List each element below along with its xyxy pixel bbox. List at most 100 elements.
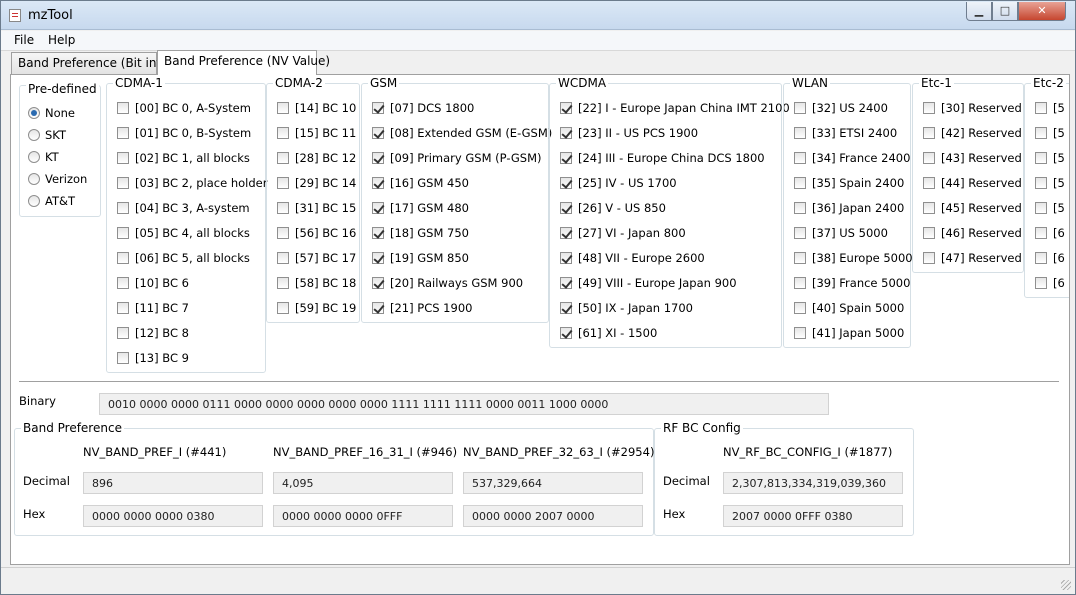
gsm-band-checkbox[interactable]: [08] Extended GSM (E-GSM) <box>372 126 552 142</box>
gsm-band-checkbox[interactable]: [16] GSM 450 <box>372 176 469 192</box>
menu-help[interactable]: Help <box>48 33 75 47</box>
wcdma-band-checkbox[interactable]: [23] II - US PCS 1900 <box>560 126 698 142</box>
checked-box-icon[interactable] <box>560 277 572 289</box>
etc2-band-checkbox[interactable]: [5 <box>1035 126 1065 142</box>
checked-box-icon[interactable] <box>372 127 384 139</box>
cdma2-band-checkbox[interactable]: [14] BC 10 <box>277 101 356 117</box>
unchecked-box-icon[interactable] <box>117 327 129 339</box>
unchecked-box-icon[interactable] <box>1035 102 1047 114</box>
etc2-band-checkbox[interactable]: [5 <box>1035 176 1065 192</box>
cdma2-band-checkbox[interactable]: [57] BC 17 <box>277 251 356 267</box>
unchecked-box-icon[interactable] <box>794 252 806 264</box>
checked-box-icon[interactable] <box>560 127 572 139</box>
unchecked-box-icon[interactable] <box>794 302 806 314</box>
rf-bc-hex[interactable]: 2007 0000 0FFF 0380 <box>723 505 903 527</box>
gsm-band-checkbox[interactable]: [09] Primary GSM (P-GSM) <box>372 151 542 167</box>
cdma2-band-checkbox[interactable]: [59] BC 19 <box>277 301 356 317</box>
binary-field[interactable]: 0010 0000 0000 0111 0000 0000 0000 0000 … <box>99 393 829 415</box>
wlan-band-checkbox[interactable]: [34] France 2400 <box>794 151 910 167</box>
cdma1-band-checkbox[interactable]: [02] BC 1, all blocks <box>117 151 250 167</box>
etc2-band-checkbox[interactable]: [5 <box>1035 151 1065 167</box>
band-pref-hex-946[interactable]: 0000 0000 0000 0FFF <box>273 505 453 527</box>
cdma2-band-checkbox[interactable]: [15] BC 11 <box>277 126 356 142</box>
unchecked-box-icon[interactable] <box>923 202 935 214</box>
cdma1-band-checkbox[interactable]: [11] BC 7 <box>117 301 189 317</box>
unchecked-box-icon[interactable] <box>794 127 806 139</box>
cdma1-band-checkbox[interactable]: [05] BC 4, all blocks <box>117 226 250 242</box>
band-pref-decimal-441[interactable]: 896 <box>83 472 263 494</box>
unchecked-box-icon[interactable] <box>117 252 129 264</box>
radio-icon[interactable] <box>28 173 40 185</box>
wcdma-band-checkbox[interactable]: [24] III - Europe China DCS 1800 <box>560 151 765 167</box>
wcdma-band-checkbox[interactable]: [26] V - US 850 <box>560 201 666 217</box>
checked-box-icon[interactable] <box>372 252 384 264</box>
cdma1-band-checkbox[interactable]: [03] BC 2, place holder <box>117 176 267 192</box>
checked-box-icon[interactable] <box>372 177 384 189</box>
wlan-band-checkbox[interactable]: [39] France 5000 <box>794 276 910 292</box>
cdma2-band-checkbox[interactable]: [58] BC 18 <box>277 276 356 292</box>
radio-icon[interactable] <box>28 129 40 141</box>
cdma2-band-checkbox[interactable]: [28] BC 12 <box>277 151 356 167</box>
checked-box-icon[interactable] <box>372 302 384 314</box>
checked-box-icon[interactable] <box>372 277 384 289</box>
predefined-option-skt[interactable]: SKT <box>28 128 66 142</box>
checked-box-icon[interactable] <box>372 152 384 164</box>
gsm-band-checkbox[interactable]: [18] GSM 750 <box>372 226 469 242</box>
unchecked-box-icon[interactable] <box>923 127 935 139</box>
wlan-band-checkbox[interactable]: [40] Spain 5000 <box>794 301 904 317</box>
etc1-band-checkbox[interactable]: [46] Reserved <box>923 226 1022 242</box>
predefined-option-at-t[interactable]: AT&T <box>28 194 75 208</box>
unchecked-box-icon[interactable] <box>277 227 289 239</box>
cdma1-band-checkbox[interactable]: [12] BC 8 <box>117 326 189 342</box>
cdma2-band-checkbox[interactable]: [29] BC 14 <box>277 176 356 192</box>
checked-box-icon[interactable] <box>372 102 384 114</box>
etc1-band-checkbox[interactable]: [44] Reserved <box>923 176 1022 192</box>
title-bar[interactable]: mzTool ▁ □ ✕ <box>1 1 1075 30</box>
wcdma-band-checkbox[interactable]: [27] VI - Japan 800 <box>560 226 686 242</box>
wlan-band-checkbox[interactable]: [32] US 2400 <box>794 101 888 117</box>
gsm-band-checkbox[interactable]: [19] GSM 850 <box>372 251 469 267</box>
etc1-band-checkbox[interactable]: [43] Reserved <box>923 151 1022 167</box>
unchecked-box-icon[interactable] <box>277 177 289 189</box>
tab-bit-info[interactable]: Band Preference (Bit info) <box>11 52 173 74</box>
cdma1-band-checkbox[interactable]: [04] BC 3, A-system <box>117 201 250 217</box>
unchecked-box-icon[interactable] <box>277 152 289 164</box>
predefined-option-verizon[interactable]: Verizon <box>28 172 87 186</box>
unchecked-box-icon[interactable] <box>923 227 935 239</box>
checked-box-icon[interactable] <box>560 227 572 239</box>
etc2-band-checkbox[interactable]: [6 <box>1035 226 1065 242</box>
unchecked-box-icon[interactable] <box>1035 152 1047 164</box>
checked-box-icon[interactable] <box>560 252 572 264</box>
band-pref-hex-2954[interactable]: 0000 0000 2007 0000 <box>463 505 643 527</box>
wcdma-band-checkbox[interactable]: [22] I - Europe Japan China IMT 2100 <box>560 101 790 117</box>
unchecked-box-icon[interactable] <box>117 277 129 289</box>
wcdma-band-checkbox[interactable]: [49] VIII - Europe Japan 900 <box>560 276 737 292</box>
band-pref-decimal-2954[interactable]: 537,329,664 <box>463 472 643 494</box>
unchecked-box-icon[interactable] <box>794 152 806 164</box>
unchecked-box-icon[interactable] <box>117 127 129 139</box>
cdma1-band-checkbox[interactable]: [06] BC 5, all blocks <box>117 251 250 267</box>
predefined-option-kt[interactable]: KT <box>28 150 59 164</box>
close-button[interactable]: ✕ <box>1018 2 1066 21</box>
unchecked-box-icon[interactable] <box>794 327 806 339</box>
unchecked-box-icon[interactable] <box>923 152 935 164</box>
checked-box-icon[interactable] <box>560 327 572 339</box>
wlan-band-checkbox[interactable]: [36] Japan 2400 <box>794 201 904 217</box>
gsm-band-checkbox[interactable]: [17] GSM 480 <box>372 201 469 217</box>
cdma1-band-checkbox[interactable]: [10] BC 6 <box>117 276 189 292</box>
etc1-band-checkbox[interactable]: [30] Reserved <box>923 101 1022 117</box>
unchecked-box-icon[interactable] <box>277 127 289 139</box>
unchecked-box-icon[interactable] <box>794 102 806 114</box>
gsm-band-checkbox[interactable]: [20] Railways GSM 900 <box>372 276 523 292</box>
cdma1-band-checkbox[interactable]: [13] BC 9 <box>117 351 189 367</box>
unchecked-box-icon[interactable] <box>117 227 129 239</box>
etc1-band-checkbox[interactable]: [42] Reserved <box>923 126 1022 142</box>
unchecked-box-icon[interactable] <box>923 102 935 114</box>
wlan-band-checkbox[interactable]: [33] ETSI 2400 <box>794 126 897 142</box>
unchecked-box-icon[interactable] <box>117 302 129 314</box>
etc2-band-checkbox[interactable]: [6 <box>1035 276 1065 292</box>
gsm-band-checkbox[interactable]: [21] PCS 1900 <box>372 301 472 317</box>
wcdma-band-checkbox[interactable]: [25] IV - US 1700 <box>560 176 677 192</box>
etc1-band-checkbox[interactable]: [45] Reserved <box>923 201 1022 217</box>
unchecked-box-icon[interactable] <box>794 177 806 189</box>
